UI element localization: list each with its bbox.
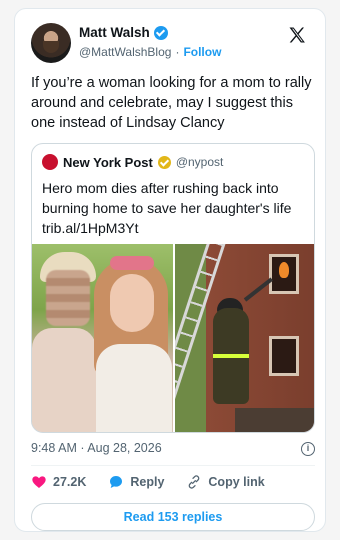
reply-bubble-icon <box>108 474 124 490</box>
separator-dot: · <box>175 45 180 59</box>
author-handle-row: @MattWalshBlog · Follow <box>79 45 221 59</box>
blurred-face <box>46 270 90 326</box>
verified-badge-icon <box>153 25 168 40</box>
info-icon[interactable]: i <box>301 442 315 456</box>
tweet-meta: 9:48 AM · Aug 28, 2026 i <box>31 441 315 459</box>
quoted-media <box>32 244 314 432</box>
like-count: 27.2K <box>53 475 87 489</box>
quoted-tweet[interactable]: New York Post @nypost Hero mom dies afte… <box>31 143 315 433</box>
copy-link-button[interactable]: Copy link <box>186 474 265 490</box>
x-logo-icon[interactable] <box>287 25 307 45</box>
quoted-text: Hero mom dies after rushing back into bu… <box>42 180 292 236</box>
author-name[interactable]: Matt Walsh <box>79 25 150 40</box>
quoted-author-name: New York Post <box>63 154 153 170</box>
author-avatar[interactable] <box>31 23 71 63</box>
tweet-text: If you’re a woman looking for a mom to r… <box>31 75 312 131</box>
author-name-row: Matt Walsh <box>79 25 168 40</box>
tweet-header: Matt Walsh @MattWalshBlog · Follow <box>31 23 309 67</box>
author-handle[interactable]: @MattWalshBlog <box>79 45 171 59</box>
photo-firefighter-at-house[interactable] <box>175 244 314 432</box>
divider <box>31 465 315 466</box>
read-replies-button[interactable]: Read 153 replies <box>31 503 315 531</box>
link-icon <box>186 474 202 490</box>
reply-label: Reply <box>130 475 165 489</box>
follow-button[interactable]: Follow <box>183 45 221 59</box>
quoted-author-handle: @nypost <box>175 155 224 169</box>
tweet-card: Matt Walsh @MattWalshBlog · Follow If yo… <box>14 8 326 532</box>
photo-mother-and-daughter[interactable] <box>32 244 173 432</box>
tweet-timestamp[interactable]: 9:48 AM · Aug 28, 2026 <box>31 441 162 455</box>
nypost-logo <box>42 154 58 170</box>
copy-link-label: Copy link <box>208 475 265 489</box>
like-button[interactable]: 27.2K <box>31 474 86 490</box>
quoted-header: New York Post @nypost <box>42 154 223 170</box>
gold-verified-badge-icon <box>157 155 171 169</box>
heart-icon <box>31 474 47 490</box>
action-bar: 27.2K Reply Copy link <box>31 471 315 493</box>
reply-button[interactable]: Reply <box>108 474 164 490</box>
